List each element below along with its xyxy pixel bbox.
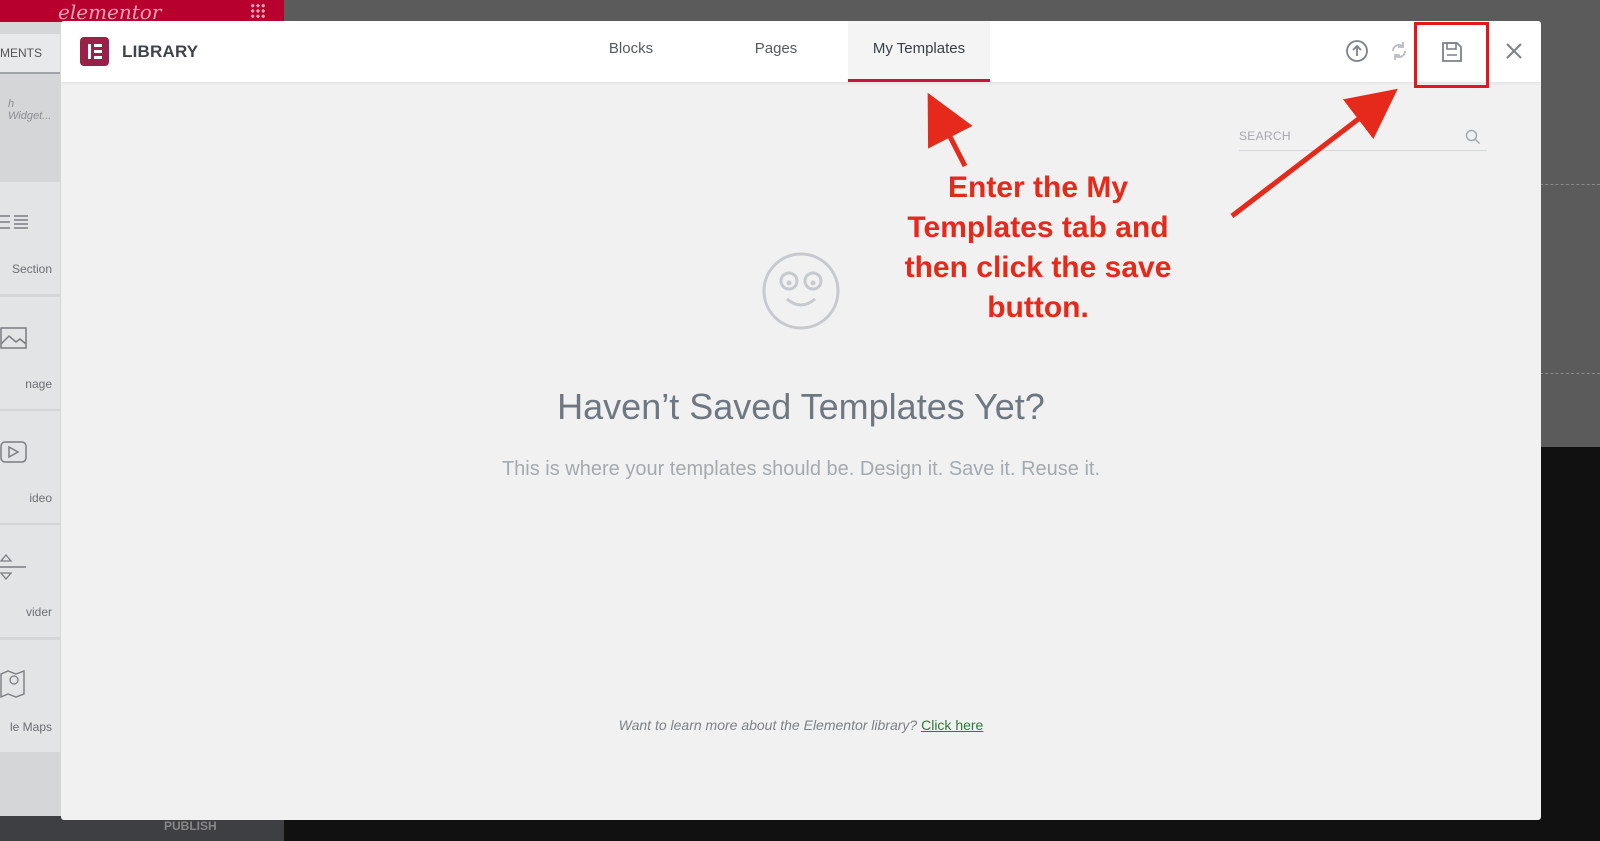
annotation-text: Enter the My Templates tab and then clic…: [888, 168, 1188, 328]
annotation-line: Enter the My: [947, 171, 1129, 204]
annotation-line: button.: [987, 291, 1089, 324]
annotation-line: Templates tab and: [907, 211, 1169, 244]
arrow-to-my-templates-tab: [927, 92, 973, 168]
annotation-line: then click the save: [904, 251, 1172, 284]
arrow-to-save-button: [1230, 88, 1398, 218]
annotation-arrows: [927, 88, 1398, 218]
